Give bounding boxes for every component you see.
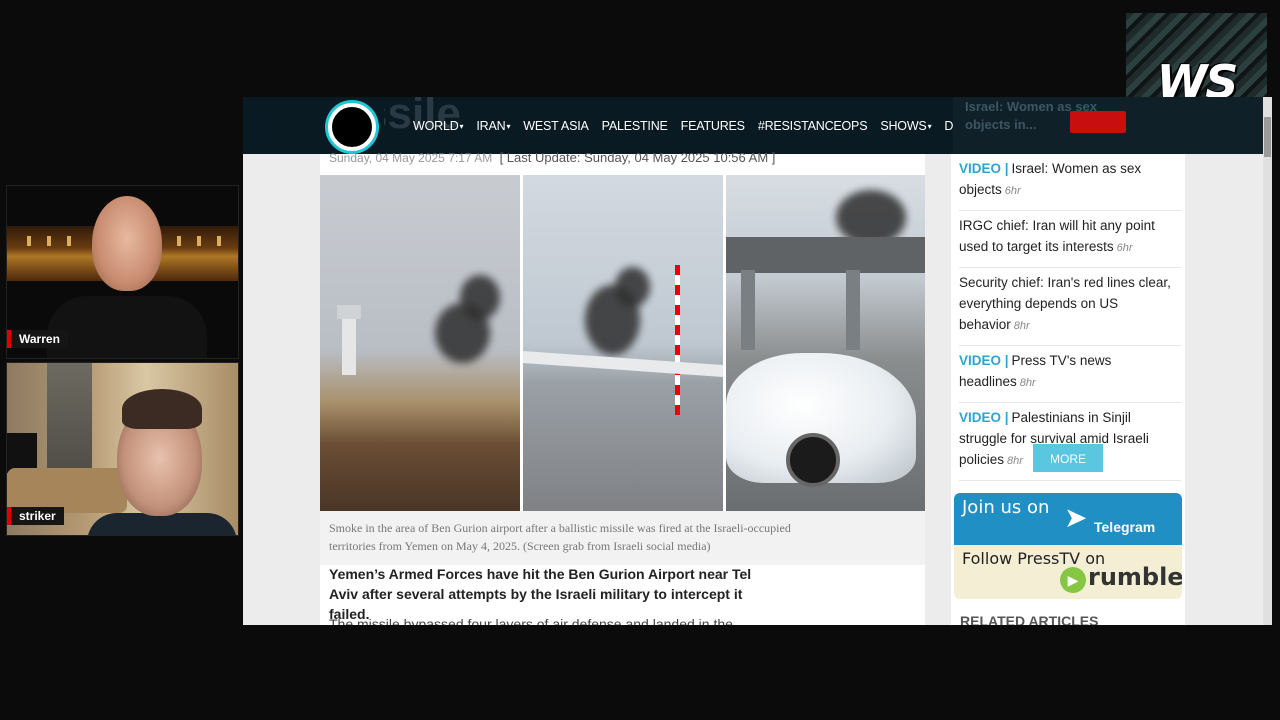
article: Sunday, 04 May 2025 7:17 AM [ Last Updat…	[320, 150, 925, 625]
pillar	[846, 270, 860, 350]
nav-item-resistanceops[interactable]: #RESISTANCEOPS	[758, 119, 868, 133]
news-item[interactable]: Security chief: Iran's red lines clear, …	[959, 268, 1181, 346]
article-last-update: [ Last Update: Sunday, 04 May 2025 10:56…	[499, 150, 776, 165]
nav-item-label: #RESISTANCEOPS	[757, 118, 868, 133]
caret-down-icon: ▾	[459, 121, 464, 131]
photo-panel-control-tower	[320, 175, 520, 511]
nav-item-iran[interactable]: IRAN▾	[476, 119, 510, 133]
nav-item-west-asia[interactable]: WEST ASIA	[523, 118, 589, 133]
site-navbar: ssile WORLD▾ IRAN▾ WEST ASIA PALESTINE FEATU…	[243, 97, 1272, 154]
social-banner[interactable]: Join us on ➤ Telegram Follow PressTV on …	[954, 493, 1182, 599]
video-tag: VIDEO |	[959, 410, 1009, 425]
mast	[675, 265, 680, 415]
article-body: The missile bypassed four layers of air …	[329, 616, 733, 625]
nav-item-palestine[interactable]: PALESTINE	[602, 119, 668, 133]
person-face	[92, 196, 162, 291]
logo-ring-icon	[328, 102, 376, 151]
news-item[interactable]: IRGC chief: Iran will hit any point used…	[959, 211, 1181, 268]
more-button[interactable]: MORE	[1033, 444, 1103, 472]
scrollbar-thumb[interactable]	[1264, 117, 1271, 157]
nav-item-label: PALESTINE	[601, 118, 668, 133]
news-item-age: 8hr	[1007, 455, 1023, 467]
person-shirt	[87, 513, 237, 535]
nav-item-features[interactable]: FEATURES	[681, 119, 745, 133]
article-photo[interactable]	[320, 175, 925, 511]
news-item[interactable]: VIDEO | Press TV's news headlines 8hr	[959, 346, 1181, 403]
news-item-title: Security chief: Iran's red lines clear, …	[959, 275, 1171, 332]
article-lede: Yemen’s Armed Forces have hit the Ben Gu…	[329, 566, 752, 622]
related-articles-heading: RELATED ARTICLES	[960, 613, 1099, 625]
webcam-warren: Warren	[6, 185, 239, 359]
person-shirt	[47, 296, 207, 358]
ghost-line: objects in...	[965, 117, 1037, 132]
white-car	[726, 353, 916, 487]
nav-item-label: IRAN	[476, 118, 506, 133]
pillar	[741, 270, 755, 350]
telegram-join-text: Join us on	[962, 497, 1050, 518]
paper-plane-icon: ➤	[1064, 502, 1088, 533]
caret-down-icon: ▾	[927, 121, 932, 131]
sidebar: VIDEO | Israel: Women as sex objects 6hr IR…	[951, 154, 1185, 625]
telegram-banner[interactable]: Join us on ➤ Telegram	[954, 493, 1182, 545]
cam-name-label: Warren	[7, 330, 68, 348]
aircraft-wing	[523, 351, 723, 377]
control-tower	[342, 315, 356, 375]
nav-item-label: WORLD	[413, 118, 459, 133]
caption-box: Smoke in the area of Ben Gurion airport …	[320, 511, 925, 565]
smoke-plume	[615, 267, 650, 307]
news-item[interactable]: VIDEO | Israel: Women as sex objects 6hr	[959, 154, 1181, 211]
news-item-age: 6hr	[1004, 185, 1021, 197]
video-tag: VIDEO |	[959, 353, 1009, 368]
article-date: Sunday, 04 May 2025 7:17 AM	[329, 151, 493, 165]
news-item-age: 8hr	[1013, 320, 1030, 332]
rumble-follow-text: Follow PressTV on	[962, 549, 1106, 568]
nav-item-shows[interactable]: SHOWS▾	[880, 119, 931, 133]
webcam-striker: striker	[6, 362, 239, 536]
nav-item-label: WEST ASIA	[523, 118, 589, 133]
nav-item-world[interactable]: WORLD▾	[413, 118, 464, 133]
smoke-plume	[460, 275, 500, 320]
photo-panel-runway	[523, 175, 723, 511]
control-tower-cab	[337, 305, 361, 319]
site-logo[interactable]	[320, 99, 384, 154]
telegram-name: Telegram	[1094, 519, 1156, 535]
person-hair	[122, 389, 202, 429]
news-item-age: 8hr	[1019, 377, 1036, 389]
page-scrollbar[interactable]	[1263, 97, 1272, 625]
car-wheel	[786, 433, 840, 487]
play-icon: ▶	[1060, 567, 1086, 593]
nav-item-label: FEATURES	[680, 118, 745, 133]
rumble-name: rumble	[1088, 563, 1182, 591]
caret-down-icon: ▾	[506, 121, 511, 131]
live-tab[interactable]	[1070, 111, 1126, 133]
photo-panel-car	[726, 175, 925, 511]
cam-name-label: striker	[7, 507, 64, 525]
photo-caption: Smoke in the area of Ben Gurion airport …	[329, 521, 791, 553]
latest-news-list: VIDEO | Israel: Women as sex objects 6hr IR…	[959, 154, 1181, 481]
news-item-age: 6hr	[1116, 242, 1133, 254]
canopy	[726, 237, 925, 273]
piano	[7, 433, 37, 473]
shared-screen: ssile WORLD▾ IRAN▾ WEST ASIA PALESTINE FEATU…	[243, 97, 1272, 625]
video-tag: VIDEO |	[959, 161, 1009, 176]
article-dateline: Sunday, 04 May 2025 7:17 AM [ Last Updat…	[329, 150, 775, 165]
nav-item-label: SHOWS	[880, 118, 927, 133]
